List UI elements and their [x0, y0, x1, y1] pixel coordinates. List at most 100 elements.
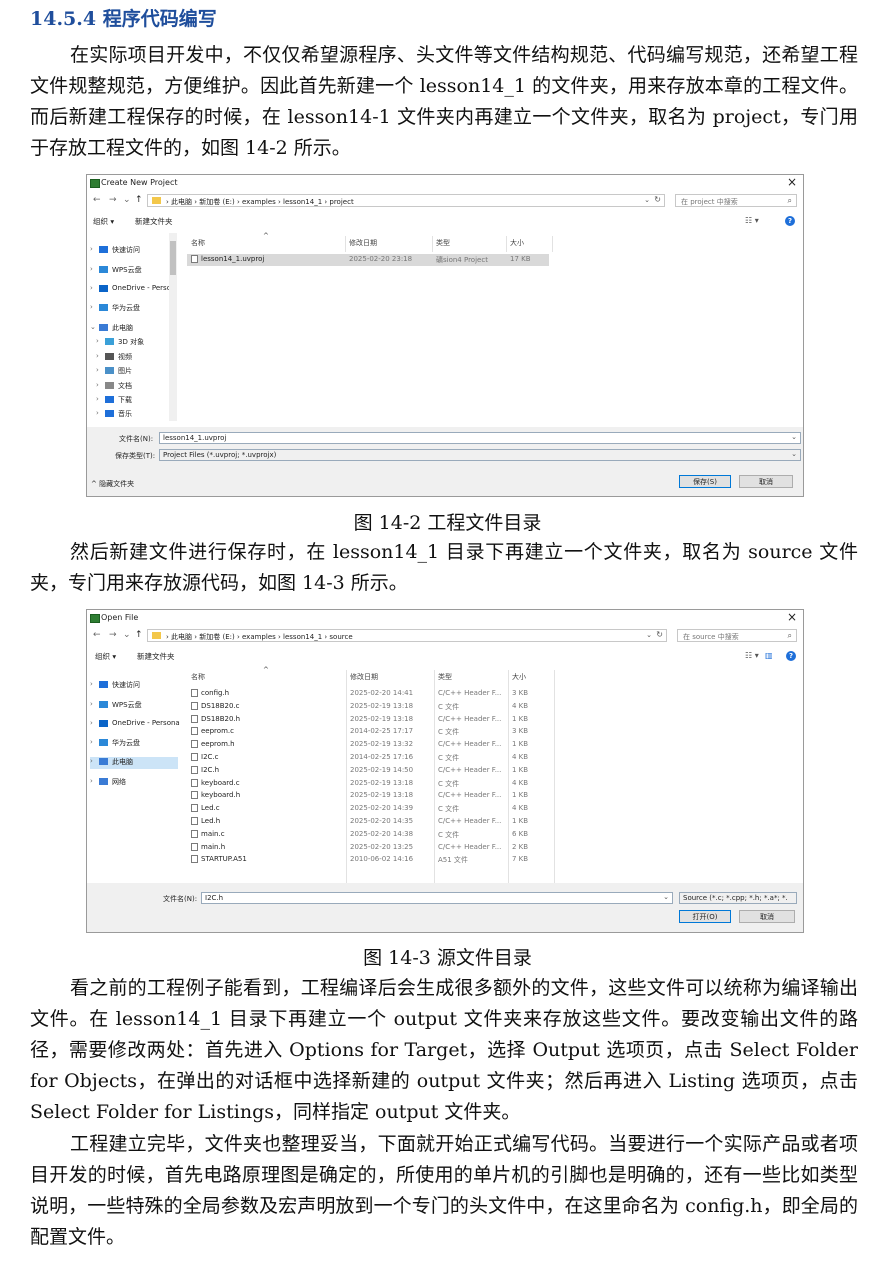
nav-item[interactable]: › 网络 [90, 777, 170, 789]
column-header[interactable]: 大小 [512, 672, 526, 682]
refresh-icon[interactable]: ↻ [654, 195, 661, 204]
preview-pane-icon[interactable]: ▥ [765, 651, 773, 660]
column-header[interactable]: 名称 [191, 672, 205, 682]
chevron-right-icon[interactable]: › [90, 738, 93, 746]
recent-dropdown-icon[interactable]: ⌄ [123, 195, 131, 205]
chevron-down-icon[interactable]: ⌄ [663, 893, 669, 901]
file-row[interactable]: keyboard.h 2025-02-19 13:18 C/C++ Header F… [187, 790, 551, 802]
refresh-icon[interactable]: ↻ [656, 630, 663, 639]
chevron-down-icon[interactable]: ⌄ [791, 450, 797, 458]
close-icon[interactable]: × [787, 175, 797, 189]
nav-item[interactable]: › 华为云盘 [90, 738, 170, 750]
search-input[interactable]: 在 project 中搜索 ⌕ [675, 194, 797, 207]
nav-item[interactable]: › OneDrive - Perso [90, 284, 171, 296]
column-header[interactable]: 类型 [438, 672, 452, 682]
chevron-right-icon[interactable]: ⌄ [90, 323, 96, 331]
chevron-right-icon[interactable]: › [96, 337, 99, 345]
nav-item[interactable]: › 快速访问 [90, 680, 170, 692]
scrollbar-thumb[interactable] [170, 241, 176, 275]
address-bar[interactable]: › 此电脑 › 新加卷 (E:) › examples › lesson14_1… [147, 629, 667, 642]
organize-menu[interactable]: 组织 ▾ [95, 651, 116, 662]
filetype-select[interactable]: Project Files (*.uvproj; *.uvprojx) ⌄ [159, 449, 801, 461]
column-header[interactable]: 名称 [191, 238, 205, 248]
file-row[interactable]: eeprom.h 2025-02-19 13:32 C/C++ Header F..… [187, 739, 551, 751]
nav-item[interactable]: ⌄ 此电脑 [90, 323, 170, 335]
chevron-down-icon[interactable]: ⌄ [644, 196, 650, 204]
nav-item[interactable]: › 文档 [96, 381, 176, 393]
chevron-right-icon[interactable]: › [90, 700, 93, 708]
column-divider[interactable] [554, 670, 555, 890]
chevron-right-icon[interactable]: › [96, 381, 99, 389]
nav-item[interactable]: › 图片 [96, 366, 176, 378]
back-arrow-icon[interactable]: ← [93, 630, 101, 640]
chevron-right-icon[interactable]: › [96, 352, 99, 360]
nav-item[interactable]: › 音乐 [96, 409, 176, 421]
file-row[interactable]: lesson14_1.uvproj 2025-02-20 23:18 礦sion4 … [187, 254, 549, 266]
file-row[interactable]: Led.h 2025-02-20 14:35 C/C++ Header F... 1 … [187, 816, 551, 828]
file-row[interactable]: I2C.c 2014-02-25 17:16 C 文件 4 KB [187, 752, 551, 764]
nav-item[interactable]: › 视频 [96, 352, 176, 364]
column-header[interactable]: 修改日期 [349, 238, 377, 248]
view-options-icon[interactable]: ☷ ▾ [745, 651, 759, 660]
column-divider[interactable] [345, 236, 346, 252]
nav-item[interactable]: › 3D 对象 [96, 337, 176, 349]
forward-arrow-icon[interactable]: → [109, 630, 117, 640]
file-row[interactable]: DS18B20.c 2025-02-19 13:18 C 文件 4 KB [187, 701, 551, 713]
file-row[interactable]: DS18B20.h 2025-02-19 13:18 C/C++ Header F.… [187, 714, 551, 726]
address-bar[interactable]: › 此电脑 › 新加卷 (E:) › examples › lesson14_1… [147, 194, 665, 207]
back-arrow-icon[interactable]: ← [93, 195, 101, 205]
chevron-right-icon[interactable]: › [90, 284, 93, 292]
file-row[interactable]: STARTUP.A51 2010-06-02 14:16 A51 文件 7 KB [187, 854, 551, 866]
cancel-button[interactable]: 取消 [739, 910, 795, 923]
nav-item[interactable]: › 下载 [96, 395, 176, 407]
nav-item[interactable]: › 此电脑 [90, 757, 178, 769]
chevron-right-icon[interactable]: › [96, 409, 99, 417]
file-row[interactable]: main.c 2025-02-20 14:38 C 文件 6 KB [187, 829, 551, 841]
column-divider[interactable] [506, 236, 507, 252]
filename-field[interactable]: I2C.h ⌄ [201, 892, 673, 904]
nav-item[interactable]: › 华为云盘 [90, 303, 170, 315]
chevron-right-icon[interactable]: › [90, 303, 93, 311]
new-folder-button[interactable]: 新建文件夹 [135, 216, 173, 227]
forward-arrow-icon[interactable]: → [109, 195, 117, 205]
nav-item[interactable]: › WPS云盘 [90, 265, 170, 277]
new-folder-button[interactable]: 新建文件夹 [137, 651, 175, 662]
chevron-down-icon[interactable]: ⌄ [791, 433, 797, 441]
file-row[interactable]: keyboard.c 2025-02-19 13:18 C 文件 4 KB [187, 778, 551, 790]
up-arrow-icon[interactable]: ↑ [135, 195, 143, 205]
chevron-right-icon[interactable]: › [90, 265, 93, 273]
nav-item[interactable]: › WPS云盘 [90, 700, 170, 712]
search-input[interactable]: 在 source 中搜索 ⌕ [677, 629, 797, 642]
save-button[interactable]: 保存(S) [679, 475, 731, 488]
column-header[interactable]: 修改日期 [350, 672, 378, 682]
file-row[interactable]: eeprom.c 2014-02-25 17:17 C 文件 3 KB [187, 726, 551, 738]
file-row[interactable]: I2C.h 2025-02-19 14:50 C/C++ Header F... 1 … [187, 765, 551, 777]
recent-dropdown-icon[interactable]: ⌄ [123, 630, 131, 640]
column-divider[interactable] [552, 236, 553, 252]
nav-item[interactable]: › OneDrive - Persona [90, 719, 180, 731]
close-icon[interactable]: × [787, 610, 797, 624]
open-button[interactable]: 打开(O) [679, 910, 731, 923]
nav-item[interactable]: › 快速访问 [90, 245, 170, 257]
cancel-button[interactable]: 取消 [739, 475, 793, 488]
view-options-icon[interactable]: ☷ ▾ [745, 216, 759, 225]
file-row[interactable]: main.h 2025-02-20 13:25 C/C++ Header F... 2… [187, 842, 551, 854]
chevron-right-icon[interactable]: › [90, 719, 93, 727]
hide-folders-toggle[interactable]: ^ 隐藏文件夹 [91, 479, 134, 489]
chevron-right-icon[interactable]: › [96, 366, 99, 374]
filename-field[interactable]: lesson14_1.uvproj ⌄ [159, 432, 801, 444]
filetype-select[interactable]: Source (*.c; *.cpp; *.h; *.a*; *. [679, 892, 797, 904]
breadcrumb[interactable]: › 此电脑 › 新加卷 (E:) › examples › lesson14_1… [166, 197, 354, 207]
file-row[interactable]: config.h 2025-02-20 14:41 C/C++ Header F..… [187, 688, 551, 700]
column-header[interactable]: 大小 [510, 238, 524, 248]
nav-scrollbar[interactable] [169, 233, 177, 421]
organize-menu[interactable]: 组织 ▾ [93, 216, 114, 227]
file-row[interactable]: Led.c 2025-02-20 14:39 C 文件 4 KB [187, 803, 551, 815]
chevron-right-icon[interactable]: › [90, 757, 93, 765]
help-icon[interactable]: ? [786, 651, 796, 661]
chevron-right-icon[interactable]: › [90, 245, 93, 253]
column-header[interactable]: 类型 [436, 238, 450, 248]
chevron-right-icon[interactable]: › [90, 680, 93, 688]
chevron-right-icon[interactable]: › [90, 777, 93, 785]
help-icon[interactable]: ? [785, 216, 795, 226]
